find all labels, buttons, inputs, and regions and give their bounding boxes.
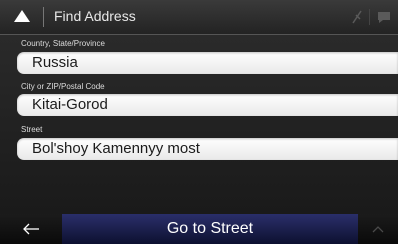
back-arrow-icon bbox=[23, 223, 39, 235]
messages-icon[interactable] bbox=[376, 10, 392, 24]
city-field[interactable]: Kitai-Gorod bbox=[17, 94, 398, 116]
page-title: Find Address bbox=[54, 8, 136, 24]
street-label: Street bbox=[21, 125, 43, 134]
header-divider bbox=[43, 7, 44, 27]
country-label: Country, State/Province bbox=[21, 39, 105, 48]
country-field[interactable]: Russia bbox=[17, 52, 398, 74]
street-field[interactable]: Bol'shoy Kamennyy most bbox=[17, 138, 398, 160]
chevron-up-icon bbox=[372, 226, 384, 233]
back-button[interactable] bbox=[0, 214, 62, 244]
go-to-street-label: Go to Street bbox=[166, 220, 254, 237]
more-options-button[interactable] bbox=[358, 214, 398, 244]
status-icons bbox=[351, 9, 392, 25]
status-divider bbox=[369, 9, 370, 25]
gps-signal-icon bbox=[352, 10, 362, 24]
go-to-street-button[interactable]: Go to Street bbox=[62, 214, 358, 244]
header-bar: Find Address bbox=[0, 0, 398, 35]
city-label: City or ZIP/Postal Code bbox=[21, 82, 105, 91]
bottom-bar: Go to Street bbox=[0, 214, 398, 244]
address-form: Country, State/Province Russia City or Z… bbox=[0, 35, 398, 214]
caret-up-icon[interactable] bbox=[14, 10, 30, 22]
